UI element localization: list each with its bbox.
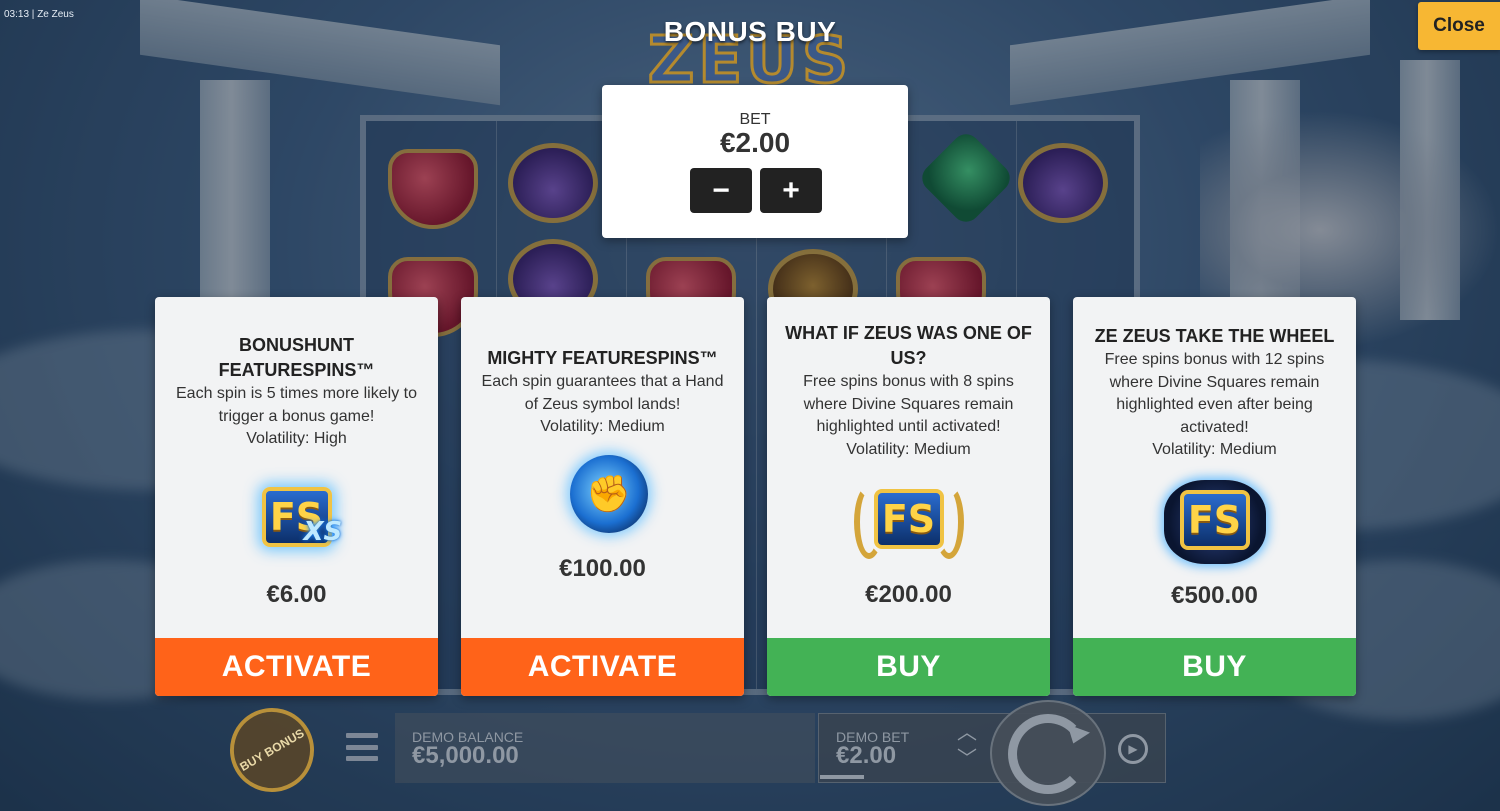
bet-underline — [820, 775, 864, 779]
status-bar: 03:13 | Ze Zeus — [4, 9, 74, 20]
xs-tag: XS — [303, 516, 343, 547]
balance-value: €5,000.00 — [412, 742, 519, 769]
fs-badge: FS — [873, 489, 944, 549]
autoplay-icon[interactable]: ▶ — [1118, 734, 1148, 764]
decrease-bet-button[interactable]: − — [690, 168, 752, 213]
increase-bet-button[interactable]: + — [760, 168, 822, 213]
card-title: WHAT IF ZEUS WAS ONE OF US? — [785, 323, 1032, 368]
card-volatility: Volatility: Medium — [846, 440, 971, 458]
laurel-right-icon — [933, 485, 964, 559]
card-price: €200.00 — [865, 581, 952, 608]
fs-badge: FS — [1179, 489, 1250, 550]
card-volatility: Volatility: Medium — [1152, 441, 1277, 458]
card-description: Free spins bonus with 8 spins where Divi… — [803, 373, 1014, 435]
bet-panel: BET €2.00 − + — [602, 85, 908, 238]
card-description: Each spin guarantees that a Hand of Zeus… — [481, 373, 724, 413]
bonus-card-mighty: MIGHTY FEATURESPINS™ Each spin guarantee… — [461, 297, 744, 696]
close-button[interactable]: Close — [1418, 2, 1500, 50]
card-price: €6.00 — [266, 580, 327, 608]
demo-bet-value: €2.00 — [836, 742, 897, 769]
card-title: ZE ZEUS TAKE THE WHEEL — [1094, 326, 1335, 346]
bonus-card-take-the-wheel: ZE ZEUS TAKE THE WHEEL Free spins bonus … — [1073, 297, 1356, 696]
card-description: Free spins bonus with 12 spins where Div… — [1104, 351, 1325, 436]
bet-arrows[interactable]: ︿ ﹀ — [954, 720, 980, 776]
menu-icon[interactable] — [346, 733, 378, 761]
buy-button[interactable]: BUY — [1073, 638, 1356, 696]
card-title: BONUSHUNT FEATURESPINS™ — [218, 335, 375, 380]
card-volatility: Volatility: High — [246, 430, 347, 447]
card-volatility: Volatility: Medium — [540, 418, 665, 435]
card-description: Each spin is 5 times more likely to trig… — [176, 385, 417, 425]
activate-button[interactable]: ACTIVATE — [461, 638, 744, 696]
hand-of-zeus-icon: ✊ — [548, 453, 658, 543]
clock-text: 03:13 — [4, 9, 30, 20]
fist-icon: ✊ — [569, 454, 648, 533]
game-name: Ze Zeus — [37, 9, 74, 20]
card-price: €100.00 — [559, 554, 646, 582]
buy-button[interactable]: BUY — [767, 638, 1050, 696]
fs-storm-icon: FS — [1160, 479, 1270, 570]
fs-laurel-icon: FS — [853, 479, 964, 569]
page-title: BONUS BUY — [663, 16, 837, 47]
spin-icon — [1008, 714, 1088, 794]
bonus-card-bonushunt: BONUSHUNT FEATURESPINS™ Each spin is 5 t… — [155, 297, 438, 696]
fs-xs-icon: FS XS — [242, 477, 352, 567]
chevron-down-icon[interactable]: ﹀ — [954, 746, 980, 772]
chevron-up-icon[interactable]: ︿ — [954, 720, 980, 746]
card-price: €500.00 — [1171, 581, 1258, 609]
card-title: MIGHTY FEATURESPINS™ — [487, 348, 718, 368]
bet-value: €2.00 — [719, 127, 791, 158]
bonus-card-what-if-zeus: WHAT IF ZEUS WAS ONE OF US? Free spins b… — [767, 297, 1050, 696]
activate-button[interactable]: ACTIVATE — [155, 638, 438, 696]
